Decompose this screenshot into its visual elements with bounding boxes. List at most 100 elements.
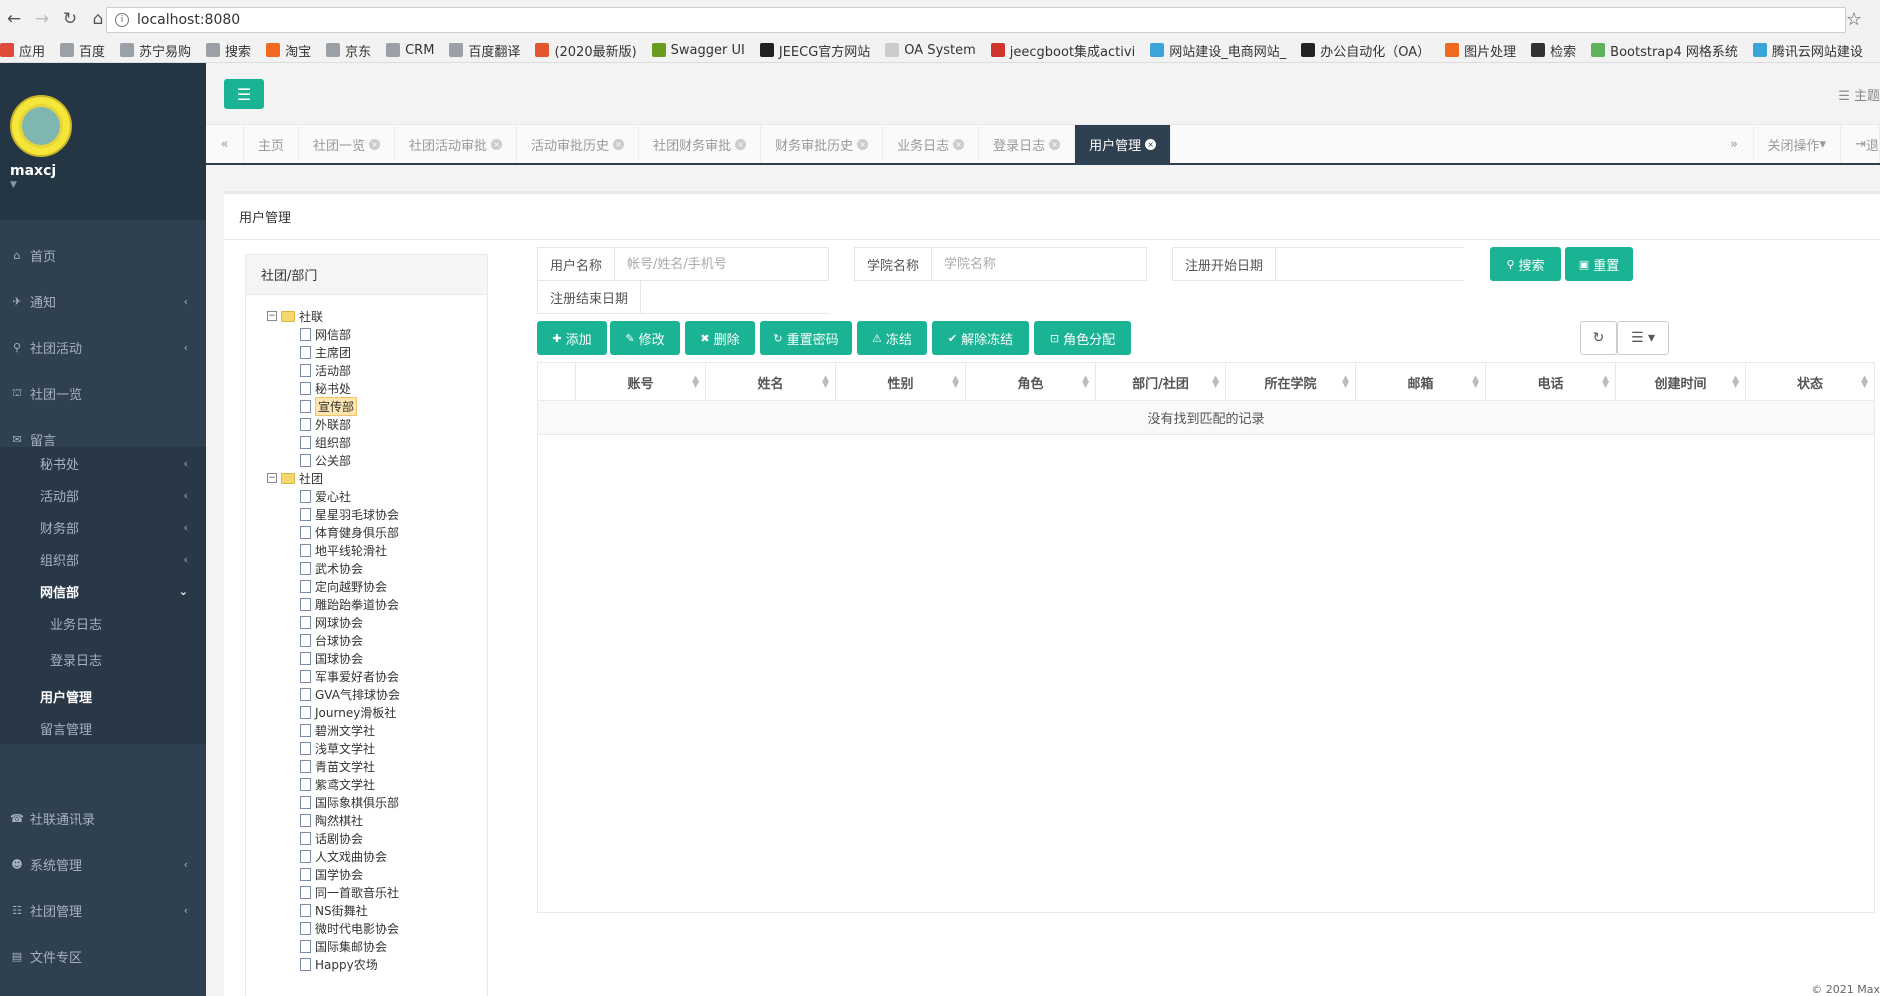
sidebar-item[interactable]: ⚲ 社团活动 ‹	[0, 324, 206, 370]
freeze-button[interactable]: ⚠ 冻结	[857, 321, 927, 355]
bookmark-item[interactable]: Swagger UI	[651, 43, 745, 58]
collapse-switch-icon[interactable]: −	[267, 311, 277, 321]
column-header[interactable]: 邮箱 ▲ ▼	[1356, 363, 1486, 401]
tree-node[interactable]: 网信部	[246, 325, 487, 343]
tree-node[interactable]: NS街舞社	[246, 901, 487, 919]
table-refresh-button[interactable]: ↻	[1580, 321, 1617, 355]
tab-item[interactable]: 社团财务审批 ×	[639, 125, 762, 163]
bookmark-item[interactable]: 苏宁易购	[120, 41, 191, 60]
role-assign-button[interactable]: ⊡ 角色分配	[1034, 321, 1131, 355]
sidebar-subitem[interactable]: 登录日志	[0, 639, 206, 680]
bookmark-item[interactable]: (2020最新版)	[535, 41, 637, 60]
bookmark-item[interactable]: 淘宝	[266, 41, 311, 60]
tab-item[interactable]: 社团活动审批 ×	[395, 125, 518, 163]
tree-node[interactable]: 国球协会	[246, 649, 487, 667]
tree-node[interactable]: GVA气排球协会	[246, 685, 487, 703]
bookmark-item[interactable]: JEECG官方网站	[759, 41, 870, 60]
tree-node[interactable]: 网球协会	[246, 613, 487, 631]
sidebar-subitem[interactable]: 活动部 ‹	[0, 479, 206, 511]
tabs-scroll-left-icon[interactable]: «	[206, 125, 244, 163]
tab-item[interactable]: 用户管理 ×	[1075, 125, 1172, 163]
sidebar-item[interactable]: ▤ 文件专区	[0, 933, 206, 979]
bookmark-item[interactable]: 搜索	[206, 41, 251, 60]
column-header[interactable]: 电话 ▲ ▼	[1486, 363, 1616, 401]
close-icon[interactable]: ×	[613, 138, 625, 150]
close-icon[interactable]: ×	[1145, 138, 1157, 150]
sidebar-subitem[interactable]: 网信部 ⌄	[0, 575, 206, 607]
close-icon[interactable]: ×	[369, 138, 381, 150]
back-icon[interactable]: ←	[0, 5, 28, 33]
tree-node[interactable]: 定向越野协会	[246, 577, 487, 595]
tree-node[interactable]: 青苗文学社	[246, 757, 487, 775]
tree-node[interactable]: 国学协会	[246, 865, 487, 883]
tree-node[interactable]: 主席团	[246, 343, 487, 361]
column-header[interactable]: 性别 ▲ ▼	[836, 363, 966, 401]
username-input[interactable]	[615, 248, 828, 280]
sidebar-item[interactable]: ⛫ 社团一览	[0, 370, 206, 416]
close-icon[interactable]: ×	[491, 138, 503, 150]
close-icon[interactable]: ×	[1049, 138, 1061, 150]
tree-node[interactable]: 台球协会	[246, 631, 487, 649]
tree-node[interactable]: 活动部	[246, 361, 487, 379]
search-button[interactable]: ⚲ 搜索	[1490, 247, 1561, 281]
tab-item[interactable]: 业务日志 ×	[883, 125, 980, 163]
reg-start-input[interactable]	[1276, 248, 1471, 280]
bookmark-item[interactable]: 应用	[0, 41, 45, 60]
tab-item[interactable]: 财务审批历史 ×	[761, 125, 884, 163]
sidebar-subitem[interactable]: 组织部 ‹	[0, 543, 206, 575]
reg-end-input[interactable]	[641, 281, 836, 313]
tab-item[interactable]: 社团一览 ×	[299, 125, 396, 163]
reload-icon[interactable]: ↻	[56, 5, 84, 33]
delete-button[interactable]: ✖ 删除	[685, 321, 755, 355]
tree-node[interactable]: 国际象棋俱乐部	[246, 793, 487, 811]
tree-node[interactable]: Happy农场	[246, 955, 487, 973]
bookmark-item[interactable]: 办公自动化（OA）	[1301, 41, 1430, 60]
close-icon[interactable]: ×	[953, 138, 965, 150]
username[interactable]: maxcj	[10, 163, 206, 179]
close-icon[interactable]: ×	[735, 138, 747, 150]
bookmark-star-icon[interactable]: ☆	[1846, 9, 1862, 30]
columns-toggle-button[interactable]: ☰ ▾	[1617, 321, 1669, 355]
sidebar-item[interactable]: ☎ 社联通讯录	[0, 795, 206, 841]
user-dropdown-caret-icon[interactable]: ▼	[10, 180, 206, 190]
tree-node[interactable]: 人文戏曲协会	[246, 847, 487, 865]
tree-node[interactable]: 地平线轮滑社	[246, 541, 487, 559]
close-operations-dropdown[interactable]: 关闭操作 ▾	[1754, 125, 1842, 163]
tree-folder-shelian[interactable]: − 社联	[246, 307, 487, 325]
logout-button[interactable]: ⇥ 退	[1841, 125, 1880, 163]
bookmark-item[interactable]: 腾讯云网站建设	[1752, 41, 1863, 60]
bookmark-item[interactable]: 百度	[60, 41, 105, 60]
bookmark-item[interactable]: 京东	[326, 41, 371, 60]
bookmark-item[interactable]: CRM	[386, 43, 434, 58]
sidebar-subitem[interactable]: 留言管理	[0, 712, 206, 744]
column-header[interactable]: 创建时间 ▲ ▼	[1616, 363, 1746, 401]
tab-item[interactable]: 主页	[244, 125, 300, 163]
theme-button[interactable]: ☰ 主题	[1838, 85, 1880, 104]
tab-item[interactable]: 活动审批历史 ×	[517, 125, 640, 163]
close-icon[interactable]: ×	[857, 138, 869, 150]
sidebar-item[interactable]: ✈ 通知 ‹	[0, 278, 206, 324]
bookmark-item[interactable]: jeecgboot集成activi	[990, 41, 1135, 60]
tree-node[interactable]: 话剧协会	[246, 829, 487, 847]
sidebar-subitem[interactable]: 业务日志	[0, 607, 206, 639]
sidebar-item[interactable]: ⌂ 首页	[0, 232, 206, 278]
edit-button[interactable]: ✎ 修改	[610, 321, 680, 355]
forward-icon[interactable]: →	[28, 5, 56, 33]
column-header[interactable]: 账号 ▲ ▼	[576, 363, 706, 401]
column-header[interactable]: 姓名 ▲ ▼	[706, 363, 836, 401]
tree-node[interactable]: 陶然棋社	[246, 811, 487, 829]
bookmark-item[interactable]: 图片处理	[1445, 41, 1516, 60]
tab-item[interactable]: 登录日志 ×	[979, 125, 1076, 163]
tree-node[interactable]: 秘书处	[246, 379, 487, 397]
bookmark-item[interactable]: 检索	[1531, 41, 1576, 60]
column-header[interactable]: 状态 ▲ ▼	[1746, 363, 1874, 401]
reset-password-button[interactable]: ↻ 重置密码	[760, 321, 852, 355]
college-input[interactable]	[932, 248, 1146, 280]
tree-node[interactable]: Journey滑板社	[246, 703, 487, 721]
tree-node[interactable]: 雕跆跆拳道协会	[246, 595, 487, 613]
tree-node[interactable]: 军事爱好者协会	[246, 667, 487, 685]
sidebar-item[interactable]: ☻ 系统管理 ‹	[0, 841, 206, 887]
tree-node[interactable]: 外联部	[246, 415, 487, 433]
column-header[interactable]: 所在学院 ▲ ▼	[1226, 363, 1356, 401]
bookmark-item[interactable]: 网站建设_电商网站_	[1150, 41, 1286, 60]
